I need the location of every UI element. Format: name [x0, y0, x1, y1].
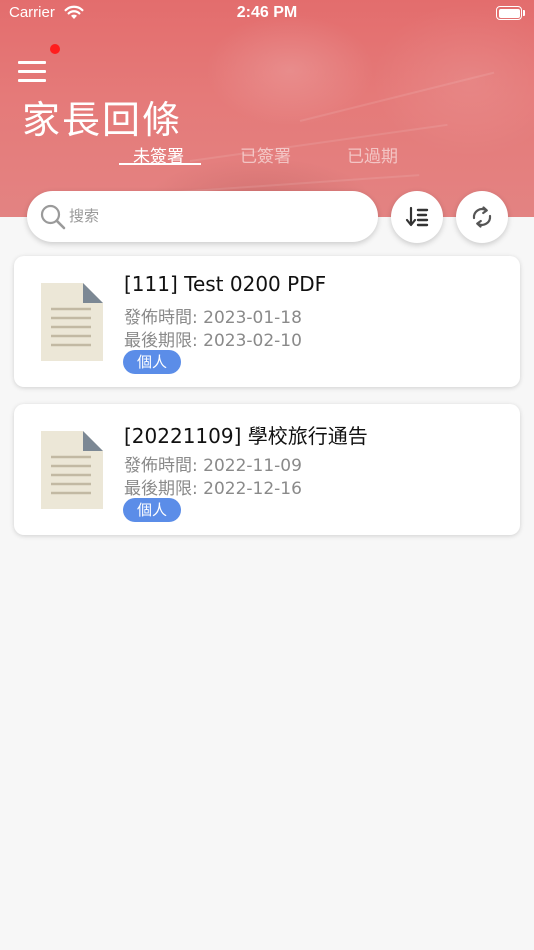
page-title: 家長回條 — [22, 98, 183, 142]
notice-publish-date: 發佈時間: 2022-11-09 — [124, 456, 302, 476]
active-tab-indicator — [119, 163, 201, 165]
notice-card[interactable]: [111] Test 0200 PDF 發佈時間: 2023-01-18 最後期… — [14, 256, 520, 387]
refresh-icon — [472, 206, 492, 228]
notice-title: [111] Test 0200 PDF — [124, 272, 327, 296]
tab-signed[interactable]: 已簽署 — [240, 142, 291, 167]
menu-button[interactable] — [18, 60, 48, 84]
notice-tag-badge: 個人 — [123, 498, 181, 522]
status-bar: Carrier 2:46 PM — [0, 0, 534, 30]
header-banner: Carrier 2:46 PM 家長回條 未簽署 已簽署 已過期 — [0, 0, 534, 217]
banner-texture — [299, 71, 495, 122]
status-time: 2:46 PM — [236, 4, 298, 21]
banner-texture — [189, 123, 448, 162]
search-bar[interactable] — [27, 191, 378, 242]
notice-tag-badge: 個人 — [123, 350, 181, 374]
document-icon — [41, 431, 103, 509]
notice-publish-date: 發佈時間: 2023-01-18 — [124, 308, 302, 328]
sort-button[interactable] — [391, 191, 443, 243]
sort-icon — [405, 206, 429, 227]
document-icon — [41, 283, 103, 361]
search-input[interactable] — [69, 203, 359, 229]
notice-title: [20221109] 學校旅行通告 — [124, 424, 368, 448]
refresh-button[interactable] — [456, 191, 508, 243]
notice-deadline: 最後期限: 2022-12-16 — [124, 479, 302, 499]
notice-card[interactable]: [20221109] 學校旅行通告 發佈時間: 2022-11-09 最後期限:… — [14, 404, 520, 535]
search-icon — [40, 204, 66, 230]
notice-deadline: 最後期限: 2023-02-10 — [124, 331, 302, 351]
tab-expired[interactable]: 已過期 — [347, 142, 398, 167]
battery-icon — [496, 6, 526, 20]
notification-dot — [50, 44, 60, 54]
